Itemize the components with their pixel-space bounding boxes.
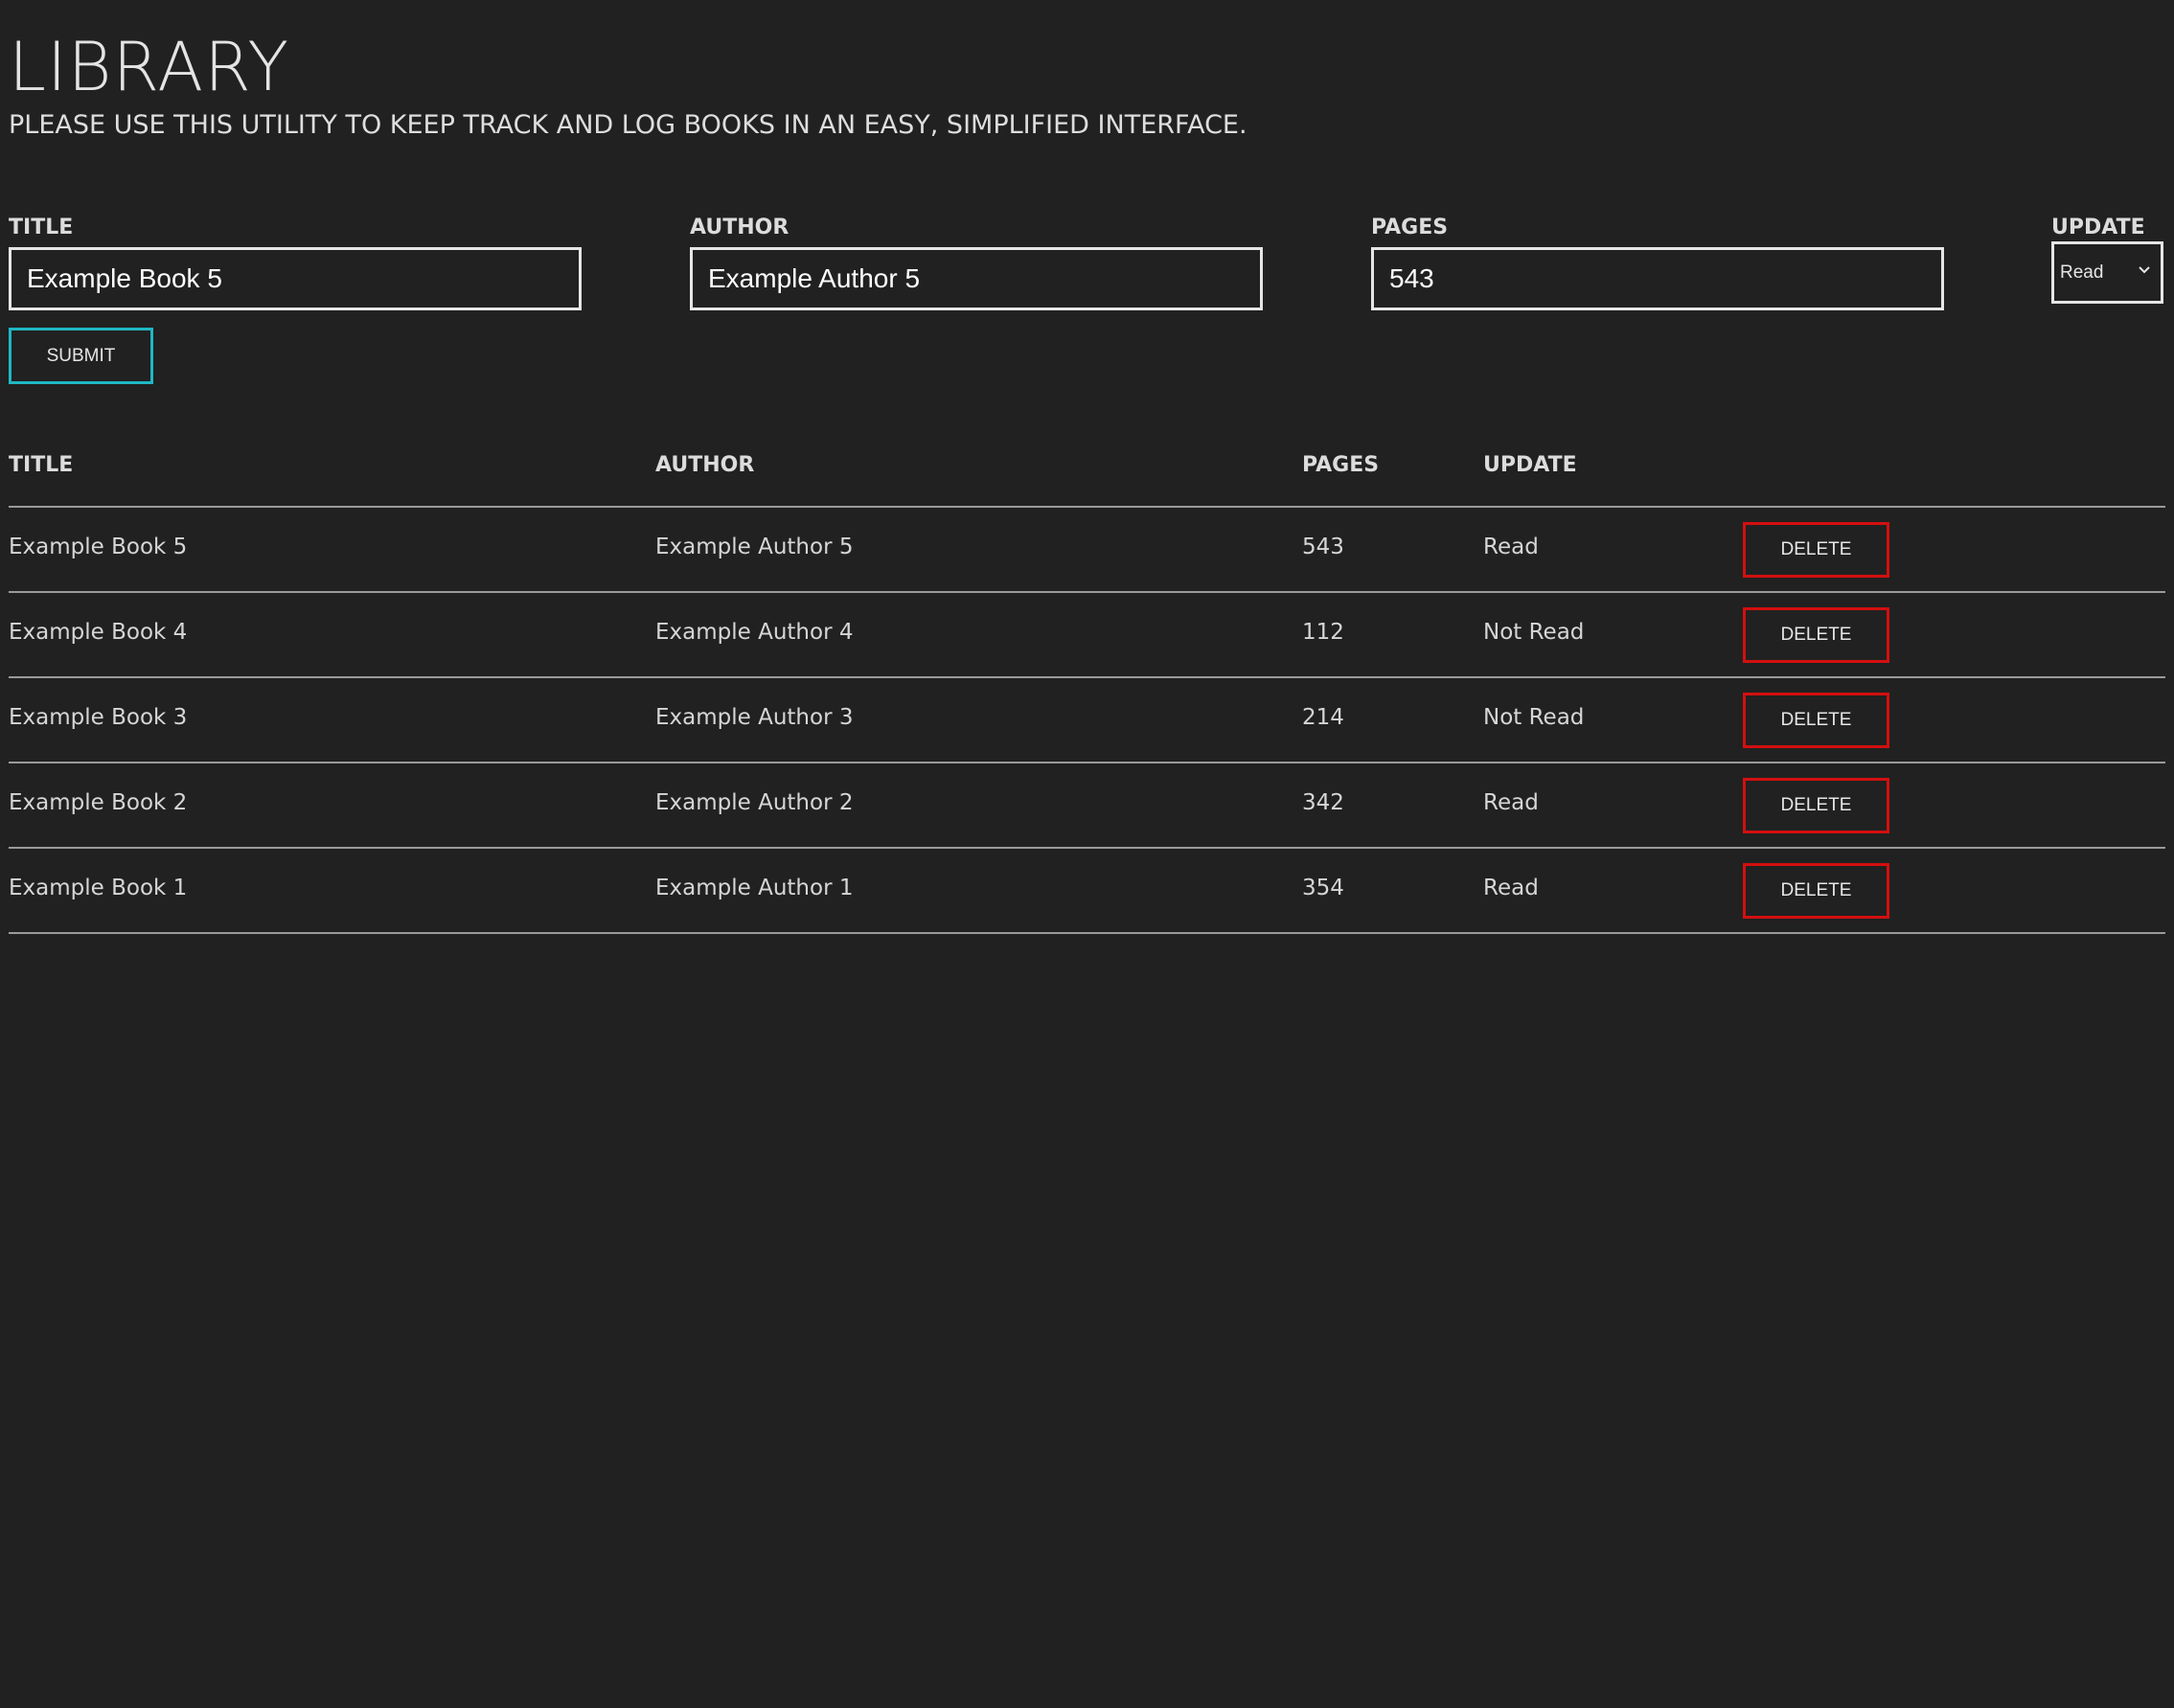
column-header-title: TITLE: [9, 453, 74, 477]
pages-input[interactable]: [1371, 247, 1944, 310]
delete-button[interactable]: DELETE: [1743, 693, 1889, 748]
row-author: Example Author 4: [655, 620, 854, 645]
submit-button[interactable]: SUBMIT: [9, 328, 153, 384]
update-field-label: UPDATE: [2051, 216, 2145, 239]
row-author: Example Author 2: [655, 790, 854, 815]
row-pages: 214: [1302, 705, 1344, 730]
row-title: Example Book 4: [9, 620, 188, 645]
row-pages: 112: [1302, 620, 1344, 645]
row-title: Example Book 1: [9, 876, 188, 900]
title-input[interactable]: [9, 247, 582, 310]
row-status: Not Read: [1483, 620, 1585, 645]
table-divider: [9, 506, 2165, 508]
row-title: Example Book 2: [9, 790, 188, 815]
delete-button[interactable]: DELETE: [1743, 522, 1889, 578]
row-title: Example Book 3: [9, 705, 188, 730]
author-input[interactable]: [690, 247, 1263, 310]
table-row-divider: [9, 847, 2165, 849]
row-author: Example Author 3: [655, 705, 854, 730]
row-pages: 354: [1302, 876, 1344, 900]
table-row-divider: [9, 932, 2165, 934]
row-status: Not Read: [1483, 705, 1585, 730]
author-field-label: AUTHOR: [690, 216, 790, 239]
page-title: LIBRARY: [9, 28, 290, 106]
table-row-divider: [9, 591, 2165, 593]
row-pages: 543: [1302, 535, 1344, 559]
pages-field-label: PAGES: [1371, 216, 1449, 239]
row-pages: 342: [1302, 790, 1344, 815]
row-status: Read: [1483, 790, 1539, 815]
row-status: Read: [1483, 535, 1539, 559]
update-select[interactable]: Read: [2051, 241, 2163, 304]
row-title: Example Book 5: [9, 535, 188, 559]
library-page: LIBRARY PLEASE USE THIS UTILITY TO KEEP …: [0, 0, 2174, 1708]
table-row-divider: [9, 762, 2165, 763]
table-row-divider: [9, 676, 2165, 678]
chevron-down-icon: [2139, 266, 2150, 274]
delete-button[interactable]: DELETE: [1743, 778, 1889, 833]
column-header-author: AUTHOR: [655, 453, 755, 477]
row-author: Example Author 1: [655, 876, 854, 900]
row-status: Read: [1483, 876, 1539, 900]
update-select-value: Read: [2060, 262, 2104, 283]
title-field-label: TITLE: [9, 216, 74, 239]
column-header-pages: PAGES: [1302, 453, 1380, 477]
column-header-update: UPDATE: [1483, 453, 1577, 477]
delete-button[interactable]: DELETE: [1743, 863, 1889, 919]
row-author: Example Author 5: [655, 535, 854, 559]
delete-button[interactable]: DELETE: [1743, 607, 1889, 663]
page-subtitle: PLEASE USE THIS UTILITY TO KEEP TRACK AN…: [9, 110, 1247, 140]
